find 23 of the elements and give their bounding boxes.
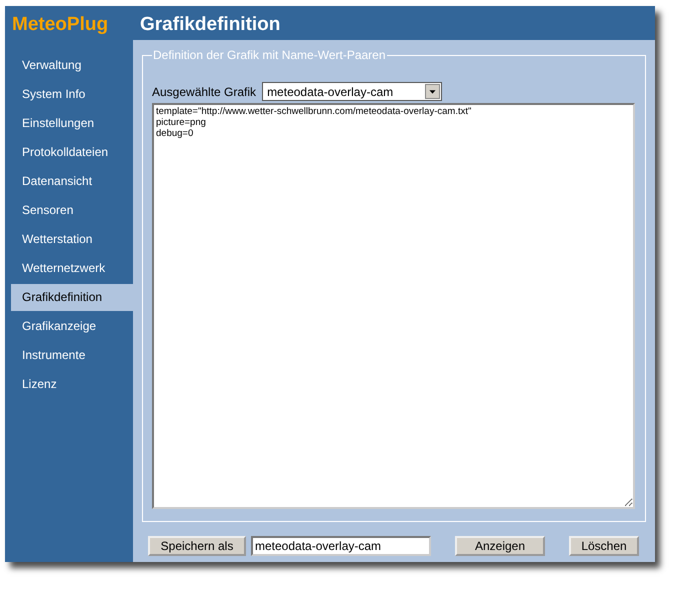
delete-button[interactable]: Löschen — [569, 536, 639, 556]
sidebar-item[interactable]: Wetterstation — [11, 226, 133, 253]
graphic-select[interactable]: meteodata-overlay-cam — [262, 82, 442, 101]
save-as-button[interactable]: Speichern als — [148, 536, 246, 556]
sidebar-item[interactable]: Wetternetzwerk — [11, 255, 133, 282]
brand-logo: MeteoPlug — [11, 13, 110, 37]
show-button[interactable]: Anzeigen — [455, 536, 545, 556]
sidebar-item[interactable]: Verwaltung — [11, 52, 133, 79]
select-label: Ausgewählte Grafik — [152, 84, 256, 98]
sidebar-item[interactable]: Einstellungen — [11, 110, 133, 137]
page-title: Grafikdefinition — [139, 13, 282, 37]
sidebar-item[interactable]: Datenansicht — [11, 168, 133, 195]
definition-editor[interactable]: template="http://www.wetter-schwellbrunn.com/meteodata-overlay-cam.txt" picture=png debug=0 — [152, 103, 635, 509]
dropdown-caret-icon — [425, 84, 440, 99]
sidebar-item[interactable]: Protokolldateien — [11, 139, 133, 166]
sidebar-item[interactable]: System Info — [11, 81, 133, 108]
sidebar-item[interactable]: Instrumente — [11, 342, 133, 369]
sidebar-item[interactable]: Grafikdefinition — [11, 284, 133, 311]
sidebar-item[interactable]: Sensoren — [11, 197, 133, 224]
sidebar-item[interactable]: Lizenz — [11, 371, 133, 398]
group-legend: Definition der Grafik mit Name-Wert-Paaren — [152, 48, 387, 62]
sidebar-item[interactable]: Grafikanzeige — [11, 313, 133, 340]
name-input[interactable]: meteodata-overlay-cam — [251, 536, 431, 556]
